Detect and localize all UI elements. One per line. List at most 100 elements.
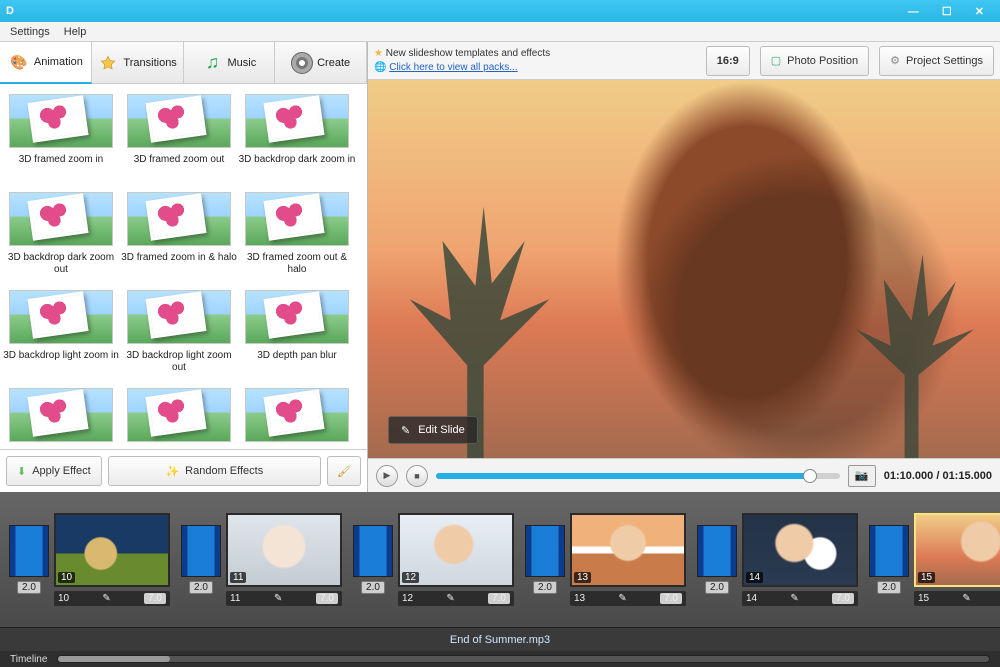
brush-icon: 🖌	[337, 465, 351, 478]
timeline-slide[interactable]: 12 12 ✎ 7.0	[398, 513, 514, 606]
pencil-icon[interactable]: ✎	[962, 593, 970, 604]
apply-effect-button[interactable]: ⬇ Apply Effect	[6, 456, 102, 486]
pencil-icon[interactable]: ✎	[274, 593, 282, 604]
tab-music[interactable]: ♫ Music	[184, 42, 276, 84]
menu-help[interactable]: Help	[64, 26, 87, 38]
transition-duration[interactable]: 2.0	[877, 581, 901, 594]
effect-item[interactable]	[120, 388, 238, 449]
playback-controls: ▶ ■ 📷 01:10.000 / 01:15.000	[368, 458, 1000, 492]
play-button[interactable]: ▶	[376, 465, 398, 487]
effect-thumb	[245, 94, 349, 148]
brush-button[interactable]: 🖌	[327, 456, 361, 486]
music-icon: ♫	[202, 52, 224, 74]
gear-icon: ⚙	[890, 54, 900, 67]
preview-toolbar: ★ New slideshow templates and effects 🌐 …	[368, 42, 1000, 80]
timeline-slide[interactable]: 1414✎7.0	[742, 513, 858, 606]
transition-item[interactable]: 2.0	[868, 525, 910, 594]
button-label: Random Effects	[185, 465, 263, 477]
effects-grid[interactable]: 3D framed zoom in 3D framed zoom out 3D ba…	[0, 84, 367, 449]
playback-progress[interactable]	[436, 473, 840, 479]
transition-item[interactable]: 2.0	[352, 525, 394, 594]
pencil-icon: ✎	[401, 424, 410, 437]
tab-label: Create	[317, 57, 350, 69]
slide-number: 14	[746, 572, 763, 583]
arrow-down-icon: ⬇	[17, 465, 26, 478]
pencil-icon[interactable]: ✎	[102, 593, 110, 604]
project-settings-button[interactable]: ⚙ Project Settings	[879, 46, 994, 76]
edit-slide-button[interactable]: ✎ Edit Slide	[388, 416, 478, 444]
tab-transitions[interactable]: Transitions	[92, 42, 184, 84]
view-packs-link[interactable]: Click here to view all packs...	[389, 62, 517, 73]
transition-thumb	[525, 525, 565, 577]
menu-settings[interactable]: Settings	[10, 26, 50, 38]
pencil-icon[interactable]: ✎	[618, 593, 626, 604]
button-label: Photo Position	[787, 55, 858, 67]
bottom-bar: Timeline	[0, 651, 1000, 667]
timeline-slide[interactable]: 1010✎7.0	[54, 513, 170, 606]
photo-position-button[interactable]: ▢ Photo Position	[760, 46, 869, 76]
tab-animation[interactable]: 🎨 Animation	[0, 42, 92, 84]
aspect-button[interactable]: 16:9	[706, 46, 750, 76]
transition-duration[interactable]: 2.0	[189, 581, 213, 594]
slide-thumb: 15	[914, 513, 1000, 587]
effect-item[interactable]: 3D framed zoom out & halo	[238, 192, 356, 276]
effect-caption: 3D framed zoom out	[134, 154, 225, 178]
effect-item[interactable]: 3D framed zoom in	[2, 94, 120, 178]
app-title: D	[6, 5, 14, 17]
timeline-scrollbar[interactable]	[57, 655, 990, 663]
effect-caption: 3D backdrop dark zoom in	[239, 154, 356, 178]
slide-duration[interactable]: 7.0	[832, 593, 854, 604]
effect-thumb	[9, 192, 113, 246]
slide-duration[interactable]: 7.0	[144, 593, 166, 604]
snapshot-button[interactable]: 📷	[848, 465, 876, 487]
effect-item[interactable]: 3D backdrop light zoom out	[120, 290, 238, 374]
effect-caption: 3D backdrop light zoom out	[120, 350, 238, 374]
slide-number: 12	[402, 572, 419, 583]
effect-item[interactable]: 3D backdrop light zoom in	[2, 290, 120, 374]
window-controls[interactable]: — ☐ ✕	[908, 5, 994, 18]
transition-item[interactable]: 2.0	[524, 525, 566, 594]
effect-item[interactable]: 3D framed zoom in & halo	[120, 192, 238, 276]
menu-bar: Settings Help	[0, 22, 1000, 42]
effect-item[interactable]: 3D depth pan blur	[238, 290, 356, 374]
transition-item[interactable]: 2.0	[696, 525, 738, 594]
effect-item[interactable]	[238, 388, 356, 449]
audio-track-name: End of Summer.mp3	[450, 634, 550, 646]
transition-duration[interactable]: 2.0	[533, 581, 557, 594]
timeline-slide[interactable]: 1313✎7.0	[570, 513, 686, 606]
slide-duration[interactable]: 7.0	[660, 593, 682, 604]
slide-duration[interactable]: 7.0	[488, 593, 510, 604]
slide-index: 12	[402, 593, 413, 604]
effect-item[interactable]: 3D backdrop dark zoom out	[2, 192, 120, 276]
pencil-icon[interactable]: ✎	[446, 593, 454, 604]
button-label: Edit Slide	[418, 424, 464, 436]
transition-item[interactable]: 2.0	[8, 525, 50, 594]
effect-item[interactable]	[2, 388, 120, 449]
tab-label: Transitions	[123, 57, 176, 69]
timeline[interactable]: 2.01010✎7.02.01111✎7.02.01212✎7.02.01313…	[0, 492, 1000, 627]
slide-index: 11	[230, 593, 240, 604]
timeline-label: Timeline	[10, 654, 47, 665]
effect-thumb	[127, 192, 231, 246]
effect-caption: 3D backdrop dark zoom out	[2, 252, 120, 276]
random-effects-button[interactable]: ✨ Random Effects	[108, 456, 321, 486]
pencil-icon[interactable]: ✎	[790, 593, 798, 604]
effect-item[interactable]: 3D framed zoom out	[120, 94, 238, 178]
effect-thumb	[9, 290, 113, 344]
slide-duration[interactable]: 7.0	[316, 593, 338, 604]
transition-duration[interactable]: 2.0	[17, 581, 41, 594]
transition-item[interactable]: 2.0	[180, 525, 222, 594]
audio-track-bar[interactable]: End of Summer.mp3	[0, 627, 1000, 651]
effect-item[interactable]: 3D backdrop dark zoom in	[238, 94, 356, 178]
transition-duration[interactable]: 2.0	[361, 581, 385, 594]
effect-thumb	[127, 290, 231, 344]
effects-panel: 🎨 Animation Transitions ♫ Music Create 3…	[0, 42, 368, 492]
stop-button[interactable]: ■	[406, 465, 428, 487]
transition-duration[interactable]: 2.0	[705, 581, 729, 594]
slide-thumb: 13	[570, 513, 686, 587]
timeline-slide[interactable]: 1111✎7.0	[226, 513, 342, 606]
tab-create[interactable]: Create	[275, 42, 367, 84]
title-bar: D — ☐ ✕	[0, 0, 1000, 22]
preview-area: ✎ Edit Slide	[368, 80, 1000, 458]
timeline-slide[interactable]: 1515✎7.0	[914, 513, 1000, 606]
